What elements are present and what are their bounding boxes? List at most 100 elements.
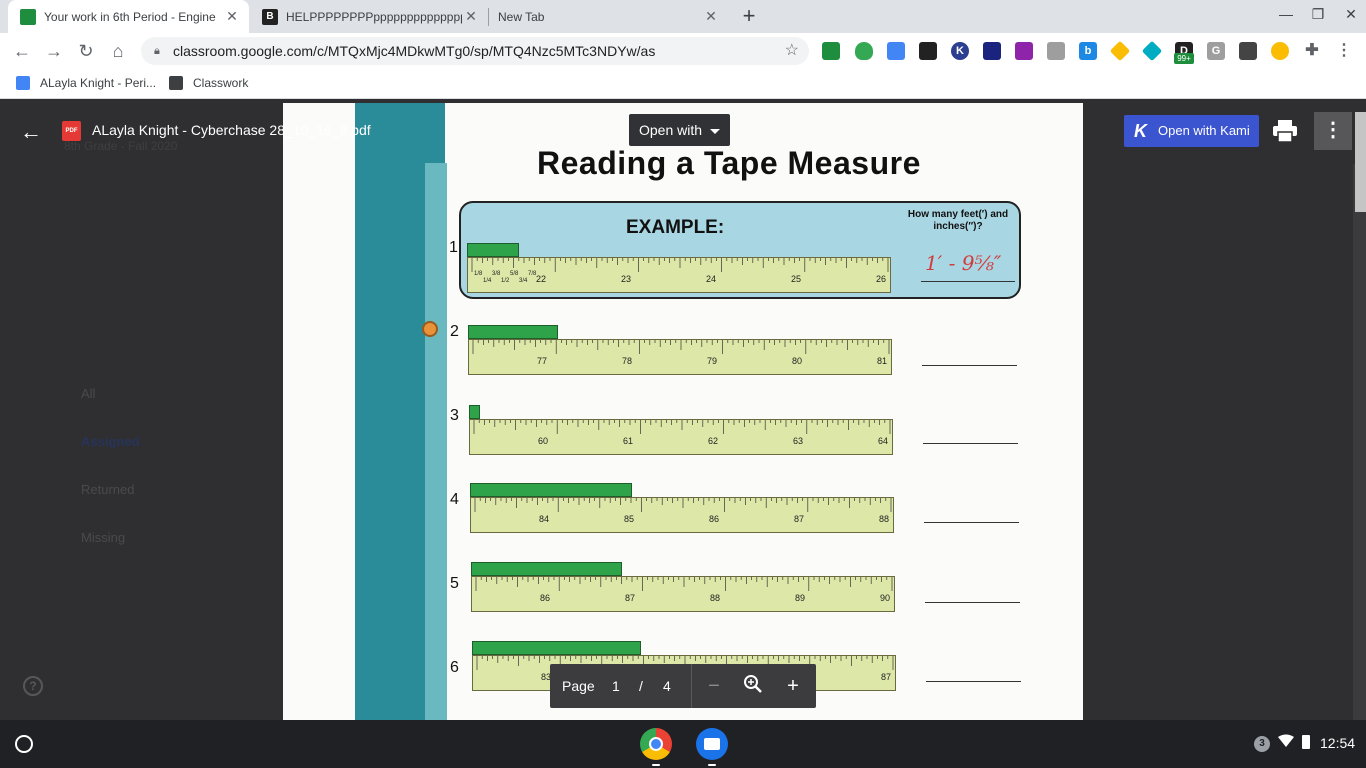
diamond-extension-icon[interactable] — [983, 42, 1001, 60]
measured-bar — [472, 641, 641, 655]
b-extension-icon[interactable]: b — [1079, 42, 1097, 60]
ruler-fraction-label: 1/8 — [474, 271, 483, 277]
ruler-inch-label: 86 — [540, 593, 551, 603]
new-tab-button[interactable]: + — [737, 4, 761, 28]
example-label: EXAMPLE: — [626, 217, 725, 238]
thumbs-up-extension-icon[interactable] — [1271, 42, 1289, 60]
ruler-ticks — [473, 420, 891, 434]
answer-line[interactable] — [926, 681, 1021, 682]
ruler-ticks — [474, 498, 892, 512]
tab-classroom[interactable]: Your work in 6th Period - Engine ✕ — [8, 0, 249, 33]
screencast-extension-icon[interactable] — [887, 42, 905, 60]
clock: 12:54 — [1320, 735, 1356, 751]
answer-line[interactable] — [925, 602, 1020, 603]
browser-menu-icon[interactable]: ⋮ — [1335, 42, 1353, 60]
page-number-input[interactable]: 1 — [612, 678, 620, 694]
classroom-extension-icon[interactable] — [822, 42, 840, 60]
ruler-inch-label: 87 — [794, 514, 805, 524]
answer-line[interactable] — [923, 443, 1018, 444]
close-tab-icon[interactable]: ✕ — [223, 8, 241, 25]
ruler-inch-label: 88 — [879, 514, 890, 524]
notification-count: 3 — [1254, 736, 1270, 752]
open-with-label: Open with — [639, 122, 703, 138]
bookmark-label: ALayla Knight - Peri... — [40, 76, 157, 90]
extensions-puzzle-icon[interactable]: ✚ — [1303, 42, 1321, 60]
bookmark-label: Classwork — [193, 76, 249, 90]
ruler-inch-label: 77 — [537, 356, 548, 366]
shield-extension-icon[interactable] — [855, 42, 873, 60]
scrollbar-thumb[interactable] — [1355, 112, 1366, 212]
answer-line[interactable] — [924, 522, 1019, 523]
status-tray[interactable]: 3 12:54 — [1244, 728, 1366, 760]
tab-new[interactable]: New Tab ✕ — [490, 0, 728, 33]
chrome-icon[interactable] — [640, 728, 672, 760]
ruler-fraction-label: 3/8 — [492, 271, 501, 277]
kami-logo-icon: K — [1134, 121, 1147, 141]
close-tab-icon[interactable]: ✕ — [462, 8, 480, 25]
ruler-inch-label: 26 — [876, 274, 887, 284]
tab-brainly[interactable]: B HELPPPPPPPPppppppppppppppp ✕ — [250, 0, 488, 33]
more-options-icon[interactable]: ⋮ — [1314, 112, 1352, 150]
exercise-number: 6 — [450, 659, 459, 676]
measured-bar — [471, 562, 622, 576]
reload-icon[interactable]: ↻ — [74, 39, 98, 63]
bear-extension-icon[interactable] — [919, 42, 937, 60]
diamond-blue-extension-icon[interactable] — [1141, 40, 1163, 62]
zoom-fit-icon[interactable] — [741, 674, 765, 698]
help-icon[interactable]: ? — [23, 676, 43, 696]
open-with-kami-button[interactable]: K Open with Kami — [1124, 115, 1259, 147]
ruler-ticks — [472, 340, 890, 354]
answer-line[interactable] — [922, 365, 1017, 366]
restore-icon[interactable]: ❐ — [1303, 6, 1333, 23]
bookmark-star-icon[interactable]: ☆ — [785, 37, 799, 65]
close-window-icon[interactable]: ✕ — [1336, 6, 1366, 23]
exercise-number: 4 — [450, 491, 459, 508]
wifi-icon — [1278, 734, 1294, 751]
ruler-inch-label: 22 — [536, 274, 547, 284]
lock-icon: 🔒︎ — [154, 45, 160, 57]
ruler-inch-label: 80 — [792, 356, 803, 366]
brainly-favicon-icon: B — [262, 8, 278, 25]
measured-bar — [467, 243, 519, 257]
close-tab-icon[interactable]: ✕ — [702, 8, 720, 25]
measured-bar — [469, 405, 480, 419]
copy-extension-icon[interactable] — [1047, 42, 1065, 60]
kami-extension-icon[interactable]: K — [951, 42, 969, 60]
exercise-number: 5 — [450, 575, 459, 592]
filter-all[interactable]: All — [81, 386, 95, 401]
open-with-button[interactable]: Open with — [629, 114, 731, 146]
tape-measure-ruler: 86 87 88 89 90 — [471, 576, 895, 612]
files-icon[interactable] — [696, 728, 728, 760]
pdf-file-icon: PDF — [62, 121, 81, 141]
filter-assigned[interactable]: Assigned — [81, 434, 140, 449]
drive-viewer-header: ← PDF ALayla Knight - Cyberchase 28_10_1… — [0, 99, 1366, 164]
scrollbar-track[interactable] — [1353, 164, 1366, 720]
back-icon[interactable]: ← — [10, 39, 34, 63]
filter-missing[interactable]: Missing — [81, 530, 125, 545]
launcher-icon[interactable] — [15, 735, 33, 753]
ruler-inch-label: 25 — [791, 274, 802, 284]
filter-returned[interactable]: Returned — [81, 482, 134, 497]
ruler-inch-label: 87 — [625, 593, 636, 603]
forward-icon[interactable]: → — [42, 39, 66, 63]
ruler-fraction-label: 3/4 — [519, 278, 528, 284]
print-icon[interactable] — [1272, 120, 1298, 143]
minimize-icon[interactable]: — — [1271, 6, 1301, 22]
mic-extension-icon[interactable] — [1015, 42, 1033, 60]
bookmark-classwork[interactable]: Classwork — [169, 76, 248, 90]
example-question: How many feet(′) and inches(″)? — [907, 209, 1009, 232]
back-arrow-icon[interactable]: ← — [20, 119, 42, 145]
bookmark-layla-doc[interactable]: ALayla Knight - Peri... — [16, 76, 156, 90]
home-icon[interactable]: ⌂ — [106, 39, 130, 63]
ruler-ticks — [475, 577, 893, 591]
zoom-in-icon[interactable]: + — [781, 674, 805, 698]
qr-extension-icon[interactable] — [1239, 42, 1257, 60]
address-bar[interactable]: 🔒︎ classroom.google.com/c/MTQxMjc4MDkwMT… — [141, 37, 809, 65]
tape-measure-ruler: 84 85 86 87 88 — [470, 497, 894, 533]
zoom-out-icon[interactable]: − — [702, 674, 726, 698]
drive-extension-icon[interactable] — [1109, 40, 1131, 62]
g-extension-icon[interactable]: G — [1207, 42, 1225, 60]
ruler-inch-label: 79 — [707, 356, 718, 366]
tab-title: Your work in 6th Period - Engine — [44, 9, 216, 24]
exercise-number: 2 — [450, 323, 459, 340]
